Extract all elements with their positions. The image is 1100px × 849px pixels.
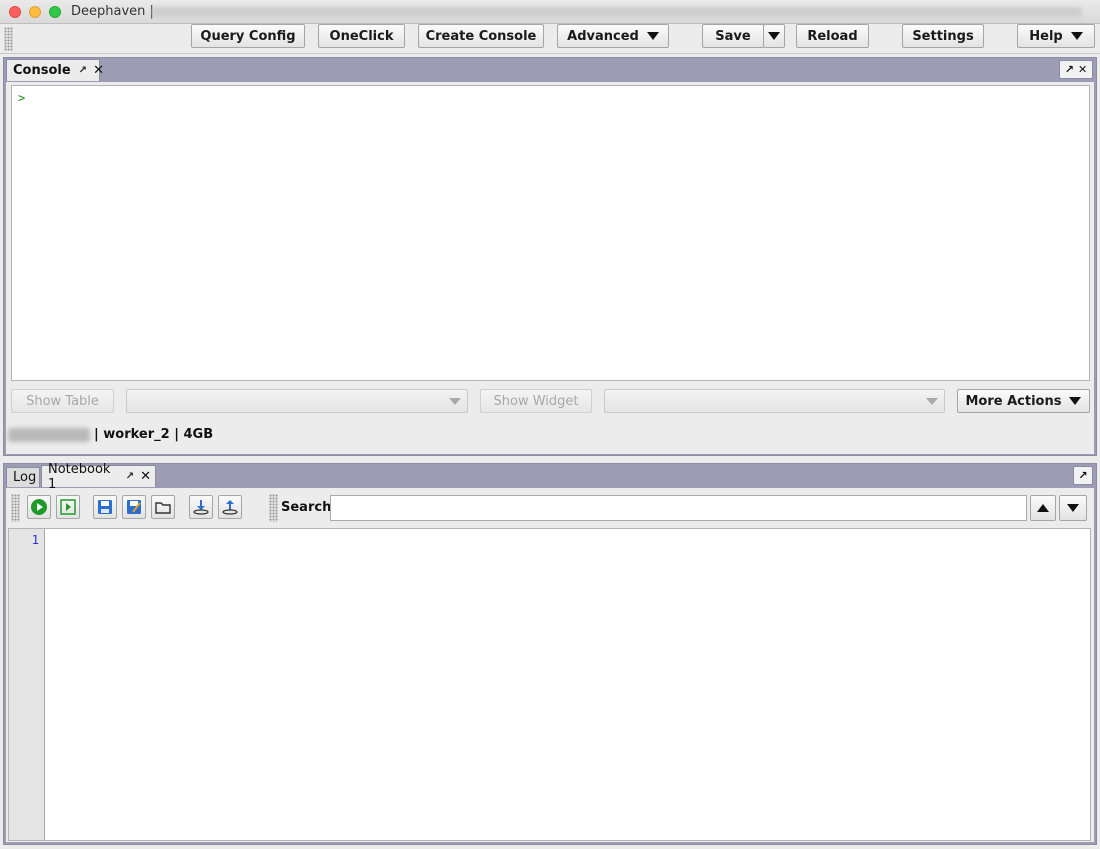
upload-icon [222,500,238,515]
pin-icon[interactable]: ↗ [1065,63,1074,76]
run-selection-icon [60,499,76,515]
tab-log-label: Log [13,470,37,485]
help-button[interactable]: Help [1017,24,1095,48]
chevron-down-icon [1069,397,1082,405]
minimize-window-button[interactable] [29,6,41,18]
tab-log[interactable]: Log [6,467,40,487]
tab-notebook-label: Notebook 1 [48,461,111,492]
line-number: 1 [31,533,39,547]
notebook-editor[interactable]: 1 [8,528,1091,841]
console-prompt: > [18,91,26,105]
toolbar-grip[interactable] [11,494,20,522]
notebook-panel: Log Notebook 1 ↗ ✕ ↗ Search: 1 [3,462,1097,845]
download-icon [193,500,209,515]
save-button[interactable]: Save [702,24,764,48]
settings-button[interactable]: Settings [902,24,984,48]
close-icon[interactable]: ✕ [140,469,151,484]
chevron-down-icon [926,398,938,405]
run-icon [31,499,47,515]
chevron-down-icon [449,398,461,405]
close-icon[interactable]: ✕ [93,63,104,78]
pin-icon[interactable]: ↗ [1078,469,1087,482]
panel-controls: ↗ ✕ [1059,60,1093,79]
notebook-tabstrip: Log Notebook 1 ↗ ✕ ↗ [4,462,1096,492]
window-titlebar: Deephaven | [0,0,1100,24]
pin-icon[interactable]: ↗ [79,65,87,76]
chevron-up-icon [1037,504,1049,512]
search-input[interactable] [330,495,1027,521]
show-widget-button[interactable]: Show Widget [480,389,592,413]
advanced-label: Advanced [567,28,639,44]
toolbar-grip[interactable] [269,494,278,522]
help-label: Help [1029,28,1063,44]
pin-icon[interactable]: ↗ [126,471,134,482]
search-label: Search: [281,500,337,515]
more-actions-button[interactable]: More Actions [957,389,1090,413]
download-button[interactable] [189,495,213,519]
run-button[interactable] [27,495,51,519]
console-tabstrip: Console ↗ ✕ ↗ ✕ [4,58,1096,81]
oneclick-button[interactable]: OneClick [318,24,405,48]
tab-console-label: Console [13,63,71,78]
run-selection-button[interactable] [56,495,80,519]
query-config-button[interactable]: Query Config [191,24,305,48]
create-console-button[interactable]: Create Console [418,24,544,48]
line-number-gutter: 1 [9,529,45,840]
show-table-button[interactable]: Show Table [11,389,114,413]
close-window-button[interactable] [9,6,21,18]
chevron-down-icon [768,32,780,40]
chevron-down-icon [1070,32,1083,40]
chevron-down-icon [1067,504,1079,512]
save-file-button[interactable] [93,495,117,519]
search-next-button[interactable] [1059,495,1087,521]
save-as-button[interactable] [122,495,146,519]
notebook-toolbar: Search: [6,488,1094,526]
window-title: Deephaven | [71,4,154,19]
toolbar-grip[interactable] [4,27,13,51]
redacted-host-name [8,428,90,442]
save-dropdown-button[interactable] [763,24,785,48]
console-body: > Show Table Show Widget More Actions | … [6,82,1094,454]
console-output-area[interactable]: > [11,85,1090,381]
redacted-title-text [152,7,1082,17]
reload-button[interactable]: Reload [796,24,869,48]
chevron-down-icon [646,32,659,40]
save-as-icon [127,500,141,514]
upload-button[interactable] [218,495,242,519]
notebook-body: Search: 1 [6,488,1094,842]
save-file-icon [98,500,112,514]
close-icon[interactable]: ✕ [1078,63,1087,76]
widget-select[interactable] [604,389,945,413]
panel-controls: ↗ [1073,466,1093,485]
main-toolbar: Query Config OneClick Create Console Adv… [0,24,1100,54]
table-select[interactable] [126,389,468,413]
tab-notebook-1[interactable]: Notebook 1 ↗ ✕ [41,462,156,492]
console-panel: Console ↗ ✕ ↗ ✕ > Show Table Show Widget… [3,57,1097,456]
search-previous-button[interactable] [1030,495,1056,521]
worker-status: | worker_2 | 4GB [94,427,214,442]
open-folder-button[interactable] [151,495,175,519]
advanced-button[interactable]: Advanced [557,24,669,48]
tab-console[interactable]: Console ↗ ✕ [6,59,104,81]
zoom-window-button[interactable] [49,6,61,18]
more-actions-label: More Actions [965,393,1062,409]
open-folder-icon [155,502,171,514]
